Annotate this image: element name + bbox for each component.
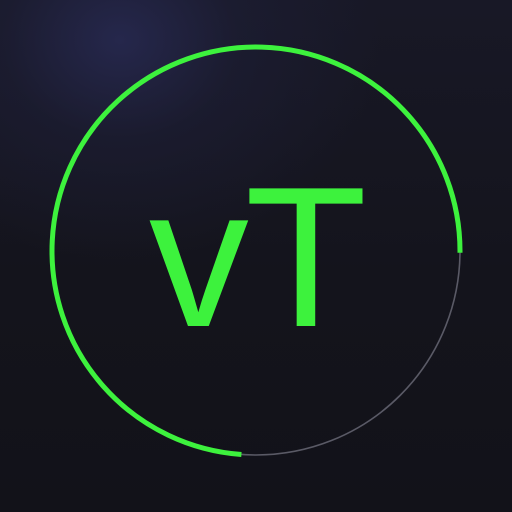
app-icon: vT [0,0,512,512]
monogram-text: vT [148,146,367,369]
